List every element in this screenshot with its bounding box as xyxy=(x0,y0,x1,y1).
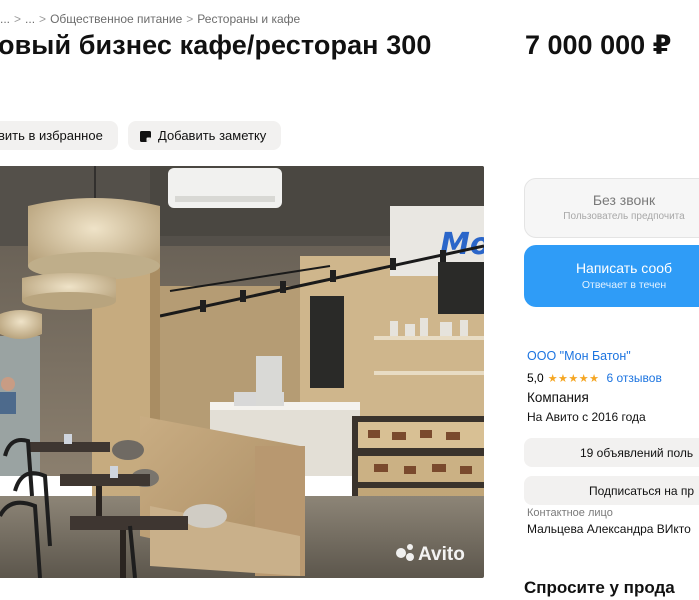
write-message-subtitle: Отвечает в течен xyxy=(581,279,667,291)
seller-type: Компания xyxy=(527,390,589,405)
reviews-link[interactable]: 6 отзывов xyxy=(607,371,662,385)
subscribe-button[interactable]: Подписаться на пр xyxy=(524,476,699,505)
write-message-title: Написать сооб xyxy=(575,260,673,276)
rating-value: 5,0 xyxy=(527,371,544,385)
cafe-interior-image: Mo xyxy=(0,166,484,578)
breadcrumb: ... > ... > Общественное питание > Ресто… xyxy=(0,12,300,26)
no-calls-title: Без звонк xyxy=(592,192,656,208)
listing-title: овый бизнес кафе/ресторан 300 xyxy=(0,30,432,60)
seller-since: На Авито с 2016 года xyxy=(527,410,646,424)
contact-person-label: Контактное лицо xyxy=(527,507,613,519)
add-note-label: Добавить заметку xyxy=(158,128,267,143)
note-icon xyxy=(140,130,151,142)
add-note-button[interactable]: Добавить заметку xyxy=(128,121,281,150)
breadcrumb-separator: > xyxy=(39,12,47,26)
avito-watermark-text: Avito xyxy=(418,544,465,565)
seller-ads-button[interactable]: 19 объявлений поль xyxy=(524,438,699,467)
breadcrumb-item-1[interactable]: ... xyxy=(0,12,10,26)
seller-rating: 5,0 ★★★★★ 6 отзывов xyxy=(527,371,662,385)
rating-stars-icon: ★★★★★ xyxy=(547,372,600,385)
listing-price: 7 000 000 ₽ xyxy=(525,30,672,60)
write-message-button[interactable]: Написать сооб Отвечает в течен xyxy=(524,245,699,307)
ask-seller-heading: Спросите у прода xyxy=(524,578,675,597)
breadcrumb-separator: > xyxy=(186,12,194,26)
cafe-sign-text: Mo xyxy=(440,227,484,262)
subscribe-label: Подписаться на пр xyxy=(589,483,695,498)
add-to-favorites-button[interactable]: вить в избранное xyxy=(0,121,118,150)
breadcrumb-separator: > xyxy=(14,12,22,26)
breadcrumb-item-catering[interactable]: Общественное питание xyxy=(50,12,182,26)
seller-name-link[interactable]: ООО "Мон Батон" xyxy=(527,349,631,363)
no-calls-button[interactable]: Без звонк Пользователь предпочита xyxy=(524,178,699,238)
add-to-favorites-label: вить в избранное xyxy=(0,128,103,143)
breadcrumb-item-2[interactable]: ... xyxy=(25,12,35,26)
no-calls-subtitle: Пользователь предпочита xyxy=(563,211,685,222)
contact-person-name: Мальцева Александра ВИкто xyxy=(527,522,691,536)
listing-photo[interactable]: Mo xyxy=(0,166,484,578)
seller-ads-label: 19 объявлений поль xyxy=(580,445,694,460)
breadcrumb-item-restaurants[interactable]: Рестораны и кафе xyxy=(197,12,300,26)
